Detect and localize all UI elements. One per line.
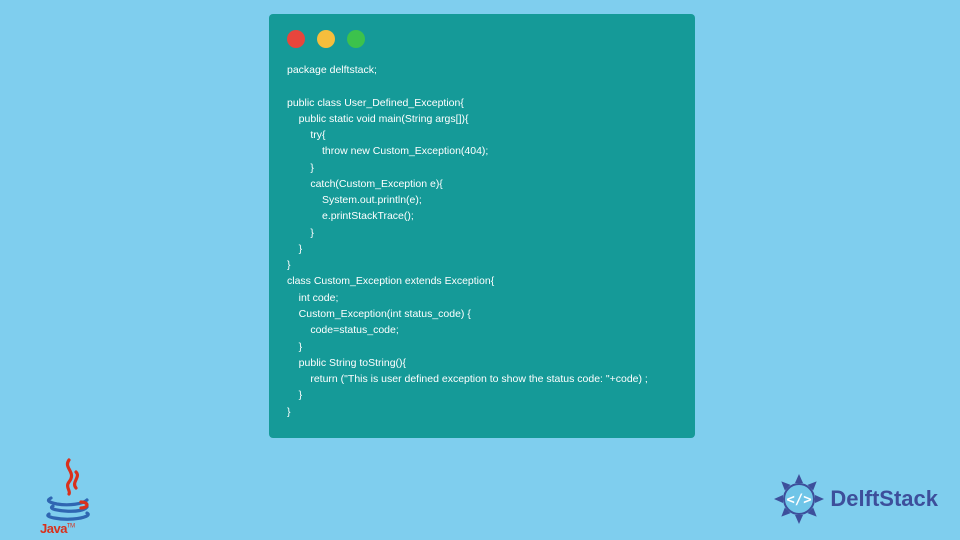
delftstack-logo: </> DelftStack: [772, 472, 938, 526]
delftstack-icon: </>: [772, 472, 826, 526]
java-tm: TM: [67, 524, 75, 530]
java-logo-icon: [43, 458, 93, 528]
code-window: package delftstack; public class User_De…: [269, 14, 695, 438]
delftstack-label: DelftStack: [830, 486, 938, 512]
code-block: package delftstack; public class User_De…: [287, 62, 677, 420]
java-label: Java: [40, 521, 67, 536]
close-icon: [287, 30, 305, 48]
window-controls: [287, 30, 677, 48]
java-logo-text: JavaTM: [40, 521, 75, 536]
minimize-icon: [317, 30, 335, 48]
maximize-icon: [347, 30, 365, 48]
svg-text:</>: </>: [787, 492, 812, 508]
